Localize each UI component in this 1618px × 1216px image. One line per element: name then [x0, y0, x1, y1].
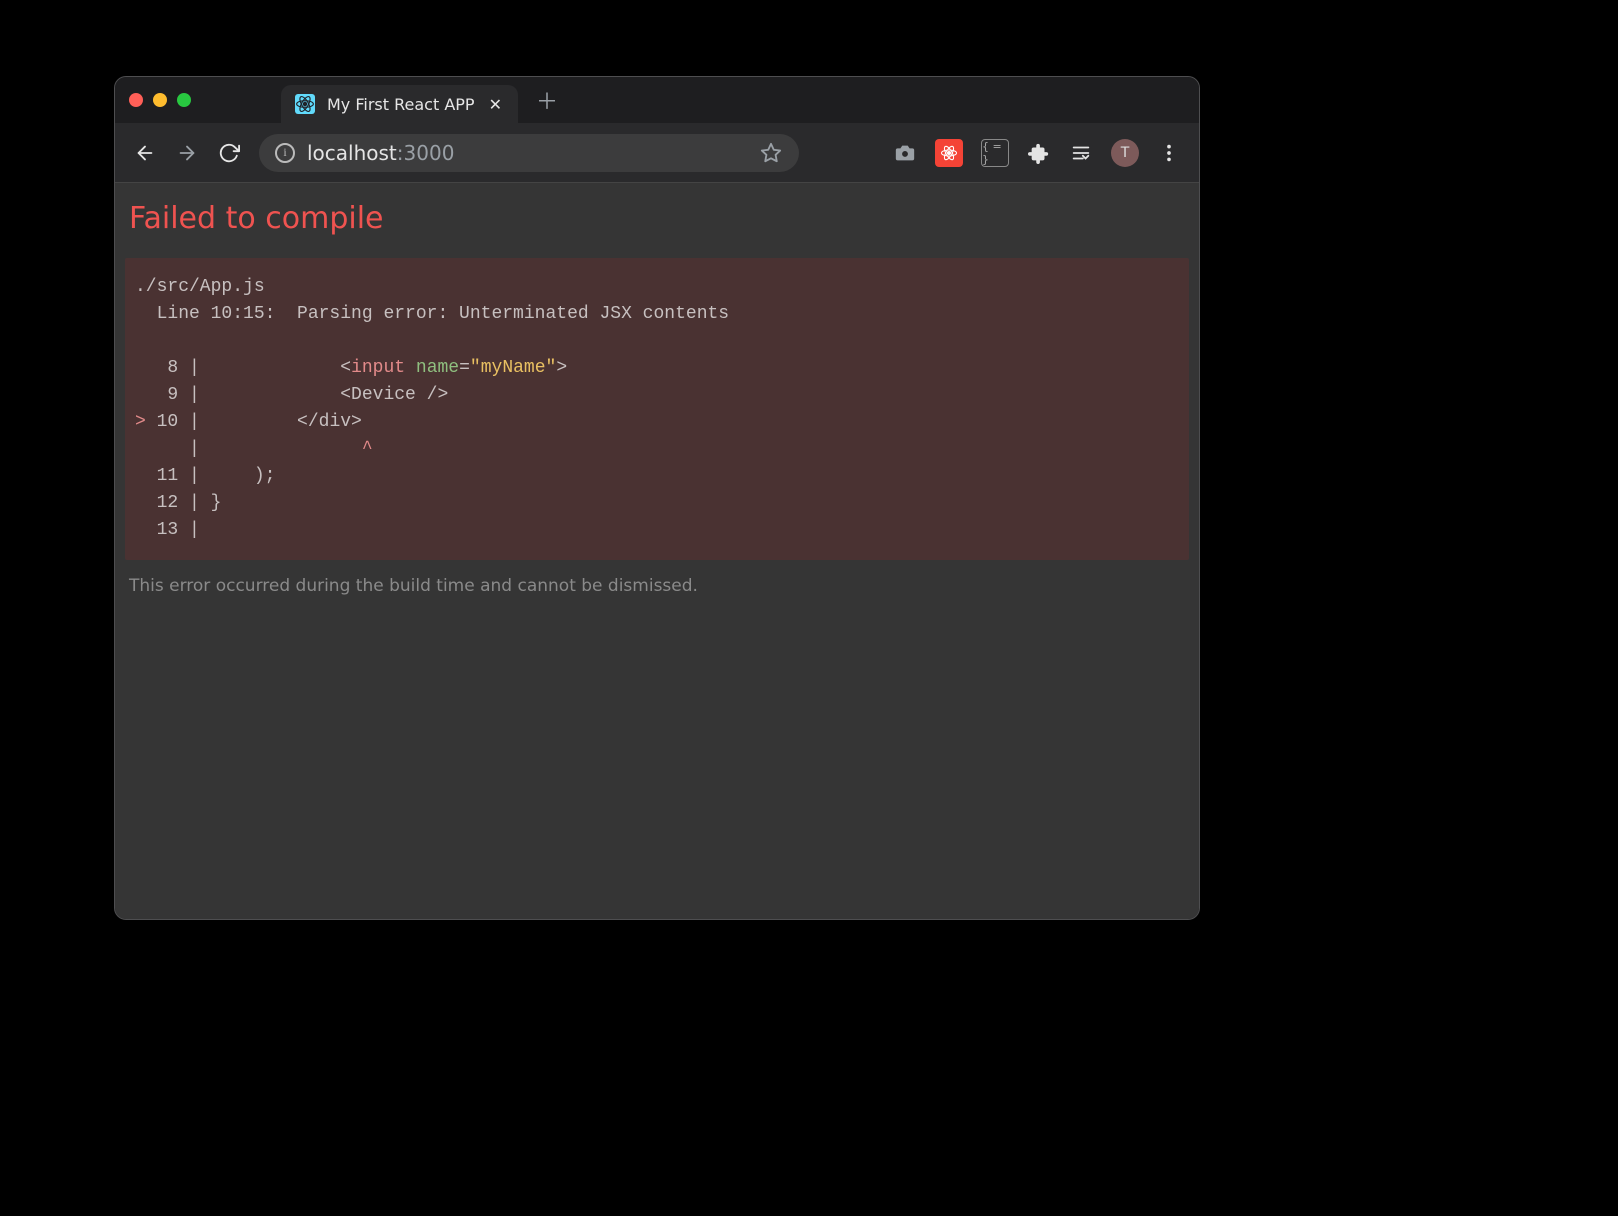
extensions-row: { = } T: [893, 139, 1181, 167]
error-hint: This error occurred during the build tim…: [115, 560, 1199, 612]
avatar-letter: T: [1121, 145, 1130, 161]
error-code-block: ./src/App.js Line 10:15: Parsing error: …: [125, 258, 1189, 560]
page-content: Failed to compile ./src/App.js Line 10:1…: [115, 183, 1199, 919]
react-favicon-icon: [295, 94, 315, 114]
error-title: Failed to compile: [115, 183, 1199, 258]
close-tab-icon[interactable]: ✕: [487, 93, 504, 116]
tab-title: My First React APP: [327, 95, 475, 114]
url-display: localhost:3000: [307, 141, 454, 165]
site-info-icon[interactable]: i: [275, 143, 295, 163]
code-gutter: 12 |: [135, 493, 211, 513]
kebab-menu-icon[interactable]: [1157, 141, 1181, 165]
url-host: localhost: [307, 141, 397, 165]
reload-button[interactable]: [217, 141, 241, 165]
window-close-button[interactable]: [129, 93, 143, 107]
code-gutter: |: [135, 439, 211, 459]
toolbar: i localhost:3000 { = }: [115, 123, 1199, 183]
json-extension-icon[interactable]: { = }: [981, 139, 1009, 167]
error-file: ./src/App.js: [135, 277, 265, 297]
window-maximize-button[interactable]: [177, 93, 191, 107]
address-bar[interactable]: i localhost:3000: [259, 134, 799, 172]
tabstrip: My First React APP ✕ ＋: [115, 77, 1199, 123]
forward-button[interactable]: [175, 141, 199, 165]
error-caret: ^: [362, 439, 373, 459]
browser-tab[interactable]: My First React APP ✕: [281, 85, 518, 123]
reading-list-icon[interactable]: [1069, 141, 1093, 165]
bookmark-star-icon[interactable]: [759, 141, 783, 165]
camera-extension-icon[interactable]: [893, 141, 917, 165]
code-gutter: 11 |: [135, 466, 211, 486]
new-tab-button[interactable]: ＋: [536, 84, 558, 116]
code-gutter: 8 |: [135, 358, 211, 378]
error-message: Line 10:15: Parsing error: Unterminated …: [135, 304, 729, 324]
extensions-puzzle-icon[interactable]: [1027, 141, 1051, 165]
react-devtools-extension-icon[interactable]: [935, 139, 963, 167]
back-button[interactable]: [133, 141, 157, 165]
profile-avatar[interactable]: T: [1111, 139, 1139, 167]
window-minimize-button[interactable]: [153, 93, 167, 107]
window-controls: [129, 93, 191, 107]
url-port: :3000: [397, 141, 455, 165]
code-gutter: 9 |: [135, 385, 211, 405]
error-line-marker: >: [135, 412, 157, 432]
browser-window: My First React APP ✕ ＋ i localhost:3000: [114, 76, 1200, 920]
code-gutter: 13 |: [135, 520, 211, 540]
